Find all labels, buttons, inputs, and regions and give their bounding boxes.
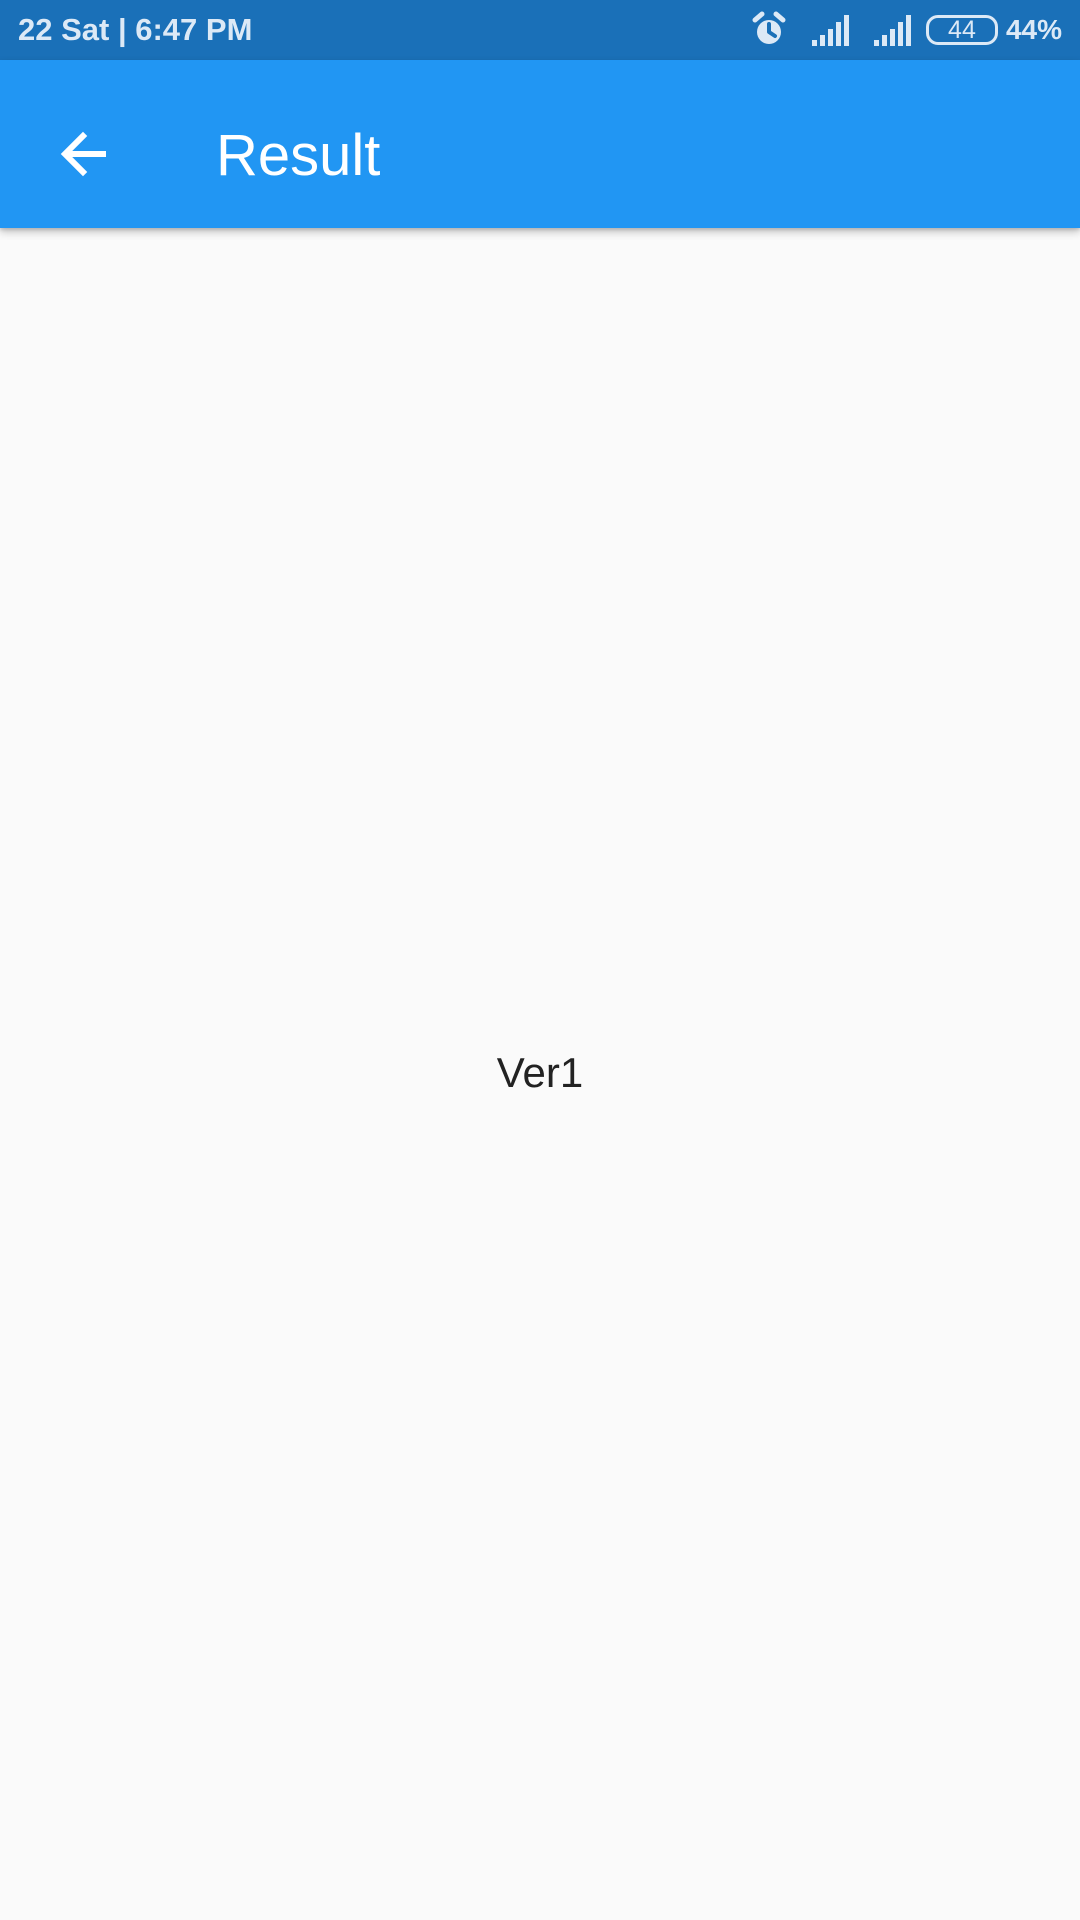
battery-percent: 44% xyxy=(1005,14,1062,45)
result-value: Ver1 xyxy=(496,1049,584,1096)
result-content: Ver1 xyxy=(0,228,1080,1920)
alarm-icon xyxy=(748,10,790,50)
status-time: 22 Sat | 6:47 PM xyxy=(18,12,253,47)
battery-level: 44 xyxy=(948,15,976,44)
app-screen: 22 Sat | 6:47 PM 44 44% Result Ver1 xyxy=(0,0,1080,1920)
back-button[interactable] xyxy=(26,108,142,204)
signal-icon xyxy=(870,12,914,48)
status-bar: 22 Sat | 6:47 PM 44 44% xyxy=(0,0,1080,60)
page-title: Result xyxy=(216,123,381,188)
arrow-left-icon xyxy=(55,125,113,188)
status-icons: 44 44% xyxy=(748,10,1062,50)
app-bar: Result xyxy=(0,60,1080,228)
signal-icon xyxy=(808,12,852,48)
battery-icon: 44 xyxy=(925,15,998,45)
